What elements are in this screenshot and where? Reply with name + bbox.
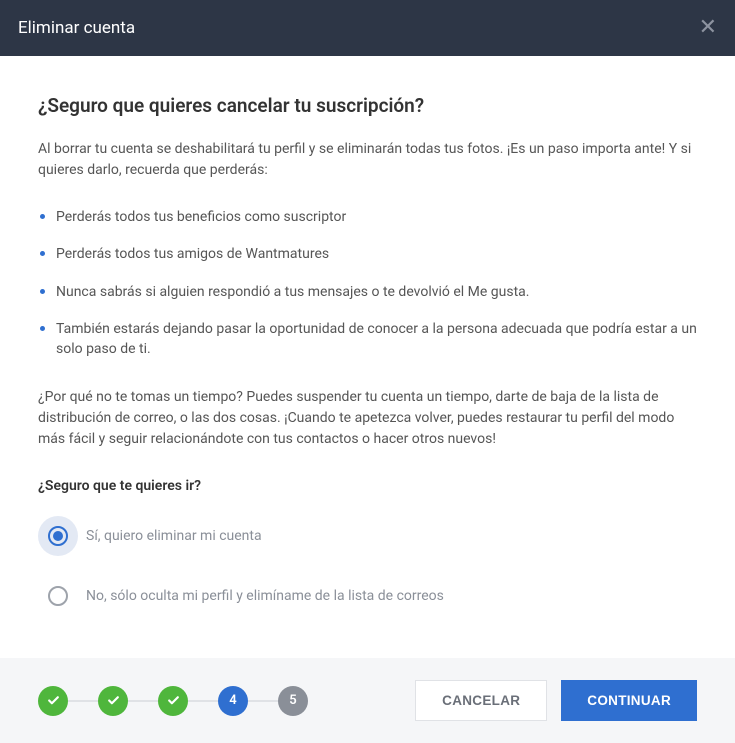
dialog-footer: 4 5 CANCELAR CONTINUAR <box>0 658 735 743</box>
step-connector <box>248 700 278 702</box>
bullet-list: Perderás todos tus beneficios como suscr… <box>38 207 697 359</box>
mid-text: ¿Por qué no te tomas un tiempo? Puedes s… <box>38 387 697 450</box>
list-item: Perderás todos tus amigos de Wantmatures <box>38 244 697 264</box>
check-icon <box>167 694 180 707</box>
intro-text: Al borrar tu cuenta se deshabilitará tu … <box>38 139 697 181</box>
dialog-header: Eliminar cuenta ✕ <box>0 0 735 56</box>
cancel-button[interactable]: CANCELAR <box>415 680 547 721</box>
confirmation-question: ¿Seguro que te quieres ir? <box>38 478 697 494</box>
list-item: También estarás dejando pasar la oportun… <box>38 319 697 360</box>
close-icon[interactable]: ✕ <box>699 17 717 39</box>
radio-option-hide[interactable]: No, sólo oculta mi perfil y elimíname de… <box>38 576 697 616</box>
step-connector <box>128 700 158 702</box>
step-2-done <box>98 686 128 716</box>
radio-icon <box>38 576 78 616</box>
step-4-current: 4 <box>218 686 248 716</box>
check-icon <box>47 694 60 707</box>
step-label: 4 <box>229 693 236 708</box>
radio-icon <box>38 516 78 556</box>
button-group: CANCELAR CONTINUAR <box>415 680 697 721</box>
step-5-future: 5 <box>278 686 308 716</box>
radio-label: Sí, quiero eliminar mi cuenta <box>86 528 262 544</box>
content-heading: ¿Seguro que quieres cancelar tu suscripc… <box>38 94 697 117</box>
step-3-done <box>158 686 188 716</box>
step-indicator: 4 5 <box>38 686 308 716</box>
radio-option-delete[interactable]: Sí, quiero eliminar mi cuenta <box>38 516 697 556</box>
radio-label: No, sólo oculta mi perfil y elimíname de… <box>86 588 444 604</box>
step-1-done <box>38 686 68 716</box>
step-connector <box>68 700 98 702</box>
dialog-content: ¿Seguro que quieres cancelar tu suscripc… <box>0 56 735 666</box>
step-label: 5 <box>289 693 296 708</box>
list-item: Nunca sabrás si alguien respondió a tus … <box>38 282 697 302</box>
continue-button[interactable]: CONTINUAR <box>561 680 697 721</box>
list-item: Perderás todos tus beneficios como suscr… <box>38 207 697 227</box>
dialog-title: Eliminar cuenta <box>18 18 135 38</box>
radio-group: Sí, quiero eliminar mi cuenta No, sólo o… <box>38 516 697 616</box>
step-connector <box>188 700 218 702</box>
check-icon <box>107 694 120 707</box>
